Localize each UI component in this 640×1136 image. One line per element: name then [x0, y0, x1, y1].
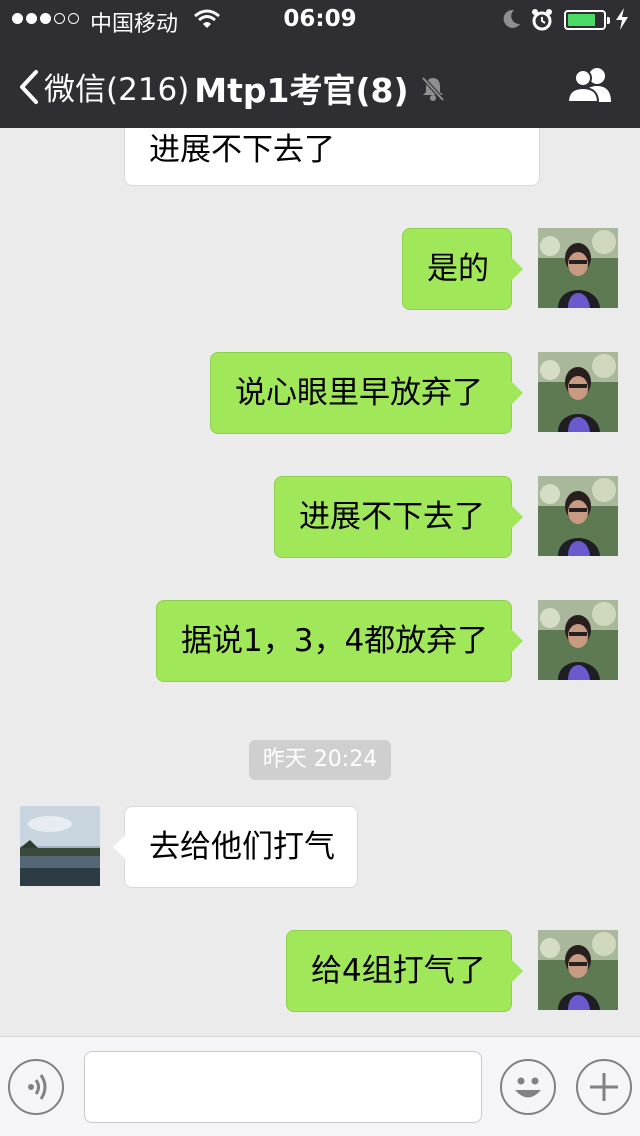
emoji-button[interactable]: [500, 1059, 556, 1115]
battery-icon: [564, 10, 610, 30]
plus-icon: [590, 1073, 618, 1101]
avatar-self[interactable]: [538, 930, 618, 1010]
chat-title: Mtp1考官(8): [194, 71, 409, 110]
message-bubble-outgoing[interactable]: 是的: [402, 228, 523, 310]
timestamp-label: 昨天 20:24: [249, 740, 391, 780]
top-bar: 中国移动 06:09 微信(216) Mtp1考官(8): [0, 0, 640, 128]
avatar-self[interactable]: [538, 476, 618, 556]
do-not-disturb-icon: [503, 9, 520, 28]
alarm-icon: [532, 9, 552, 31]
message-input[interactable]: [84, 1051, 482, 1123]
status-bar: 中国移动 06:09: [0, 0, 640, 40]
plus-button[interactable]: [576, 1059, 632, 1115]
emoji-icon: [515, 1077, 541, 1098]
avatar-self[interactable]: [538, 228, 618, 308]
message-text: 说心眼里早放弃了: [235, 375, 483, 411]
avatar-other[interactable]: [20, 806, 100, 886]
avatar-self[interactable]: [538, 600, 618, 680]
chat-title-area: Mtp1考官(8): [0, 64, 640, 112]
chat-area[interactable]: 进展不下去了 是的 说心眼里早放弃了 进展不下去了 据说1，3，4都放弃了 昨天…: [0, 128, 640, 1036]
message-bubble-incoming[interactable]: 进展不下去了: [124, 128, 540, 186]
message-bubble-outgoing[interactable]: 据说1，3，4都放弃了: [156, 600, 523, 682]
input-bar: [0, 1036, 640, 1136]
group-contacts-icon[interactable]: [566, 66, 616, 104]
avatar-self[interactable]: [538, 352, 618, 432]
message-bubble-outgoing[interactable]: 说心眼里早放弃了: [210, 352, 523, 434]
message-bubble-outgoing[interactable]: 进展不下去了: [274, 476, 523, 558]
message-text: 进展不下去了: [299, 499, 485, 535]
message-bubble-outgoing[interactable]: 给4组打气了: [286, 930, 523, 1012]
voice-icon: [28, 1074, 47, 1100]
message-bubble-incoming[interactable]: 去给他们打气: [113, 806, 358, 888]
message-text: 是的: [427, 251, 489, 287]
charging-icon: [616, 8, 628, 30]
message-text: 去给他们打气: [149, 829, 335, 865]
mute-bell-icon: [421, 76, 445, 102]
voice-button[interactable]: [8, 1059, 64, 1115]
message-text: 据说1，3，4都放弃了: [181, 623, 489, 659]
nav-bar: 微信(216) Mtp1考官(8): [0, 40, 640, 128]
message-text: 给4组打气了: [311, 953, 486, 989]
message-text: 进展不下去了: [149, 132, 335, 168]
